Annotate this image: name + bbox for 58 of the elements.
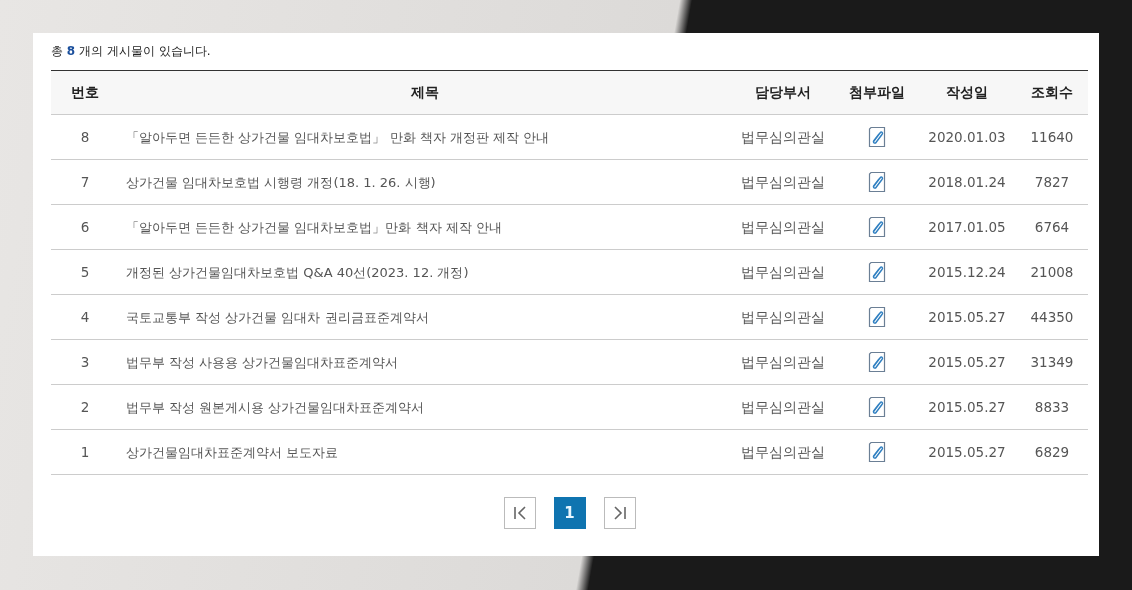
column-header: 첨부파일 (836, 70, 918, 115)
attachment-icon[interactable] (867, 441, 887, 463)
column-header: 제목 (119, 70, 730, 115)
post-title-link[interactable]: 법무부 작성 사용용 상가건물임대차표준계약서 (126, 354, 399, 370)
post-title-link[interactable]: 상가건물임대차표준계약서 보도자료 (126, 444, 339, 460)
number-cell: 5 (51, 249, 119, 295)
column-header: 작성일 (918, 70, 1016, 115)
views-cell: 31349 (1016, 339, 1088, 385)
post-title-link[interactable]: 국토교통부 작성 상가건물 임대차 권리금표준계약서 (126, 309, 429, 325)
column-header: 번호 (51, 70, 119, 115)
number-cell: 2 (51, 384, 119, 430)
views-cell: 44350 (1016, 294, 1088, 340)
number-cell: 4 (51, 294, 119, 340)
attachment-icon[interactable] (867, 216, 887, 238)
attachment-icon[interactable] (867, 396, 887, 418)
department-cell: 법무심의관실 (730, 249, 836, 295)
date-cell: 2015.05.27 (918, 339, 1016, 385)
date-cell: 2015.12.24 (918, 249, 1016, 295)
post-title-link[interactable]: 「알아두면 든든한 상가건물 임대차보호법」만화 책자 제작 안내 (126, 219, 502, 235)
views-cell: 6764 (1016, 204, 1088, 250)
date-cell: 2018.01.24 (918, 159, 1016, 205)
number-cell: 3 (51, 339, 119, 385)
attachment-icon[interactable] (867, 261, 887, 283)
post-title-link[interactable]: 개정된 상가건물임대차보호법 Q&A 40선(2023. 12. 개정) (126, 264, 469, 280)
attachment-icon[interactable] (867, 126, 887, 148)
views-cell: 8833 (1016, 384, 1088, 430)
department-cell: 법무심의관실 (730, 429, 836, 475)
attachment-icon[interactable] (867, 306, 887, 328)
column-header: 담당부서 (730, 70, 836, 115)
column-header: 조회수 (1016, 70, 1088, 115)
post-title-link[interactable]: 「알아두면 든든한 상가건물 임대차보호법」 만화 책자 개정판 제작 안내 (126, 129, 550, 145)
department-cell: 법무심의관실 (730, 294, 836, 340)
views-cell: 6829 (1016, 429, 1088, 475)
views-cell: 11640 (1016, 114, 1088, 160)
last-page-button[interactable] (603, 497, 636, 529)
attachment-icon[interactable] (867, 351, 887, 373)
department-cell: 법무심의관실 (730, 114, 836, 160)
date-cell: 2015.05.27 (918, 429, 1016, 475)
number-cell: 8 (51, 114, 119, 160)
department-cell: 법무심의관실 (730, 384, 836, 430)
first-page-button[interactable] (503, 497, 536, 529)
date-cell: 2017.01.05 (918, 204, 1016, 250)
department-cell: 법무심의관실 (730, 339, 836, 385)
number-cell: 6 (51, 204, 119, 250)
number-cell: 7 (51, 159, 119, 205)
department-cell: 법무심의관실 (730, 159, 836, 205)
number-cell: 1 (51, 429, 119, 475)
attachment-icon[interactable] (867, 171, 887, 193)
post-count-text: 총 8 개의 게시물이 있습니다. (51, 43, 212, 60)
post-title-link[interactable]: 상가건물 임대차보호법 시행령 개정(18. 1. 26. 시행) (126, 174, 436, 190)
views-cell: 7827 (1016, 159, 1088, 205)
post-title-link[interactable]: 법무부 작성 원본게시용 상가건물임대차표준계약서 (126, 399, 425, 415)
date-cell: 2015.05.27 (918, 294, 1016, 340)
department-cell: 법무심의관실 (730, 204, 836, 250)
date-cell: 2015.05.27 (918, 384, 1016, 430)
views-cell: 21008 (1016, 249, 1088, 295)
date-cell: 2020.01.03 (918, 114, 1016, 160)
page-number-button[interactable]: 1 (553, 497, 586, 529)
